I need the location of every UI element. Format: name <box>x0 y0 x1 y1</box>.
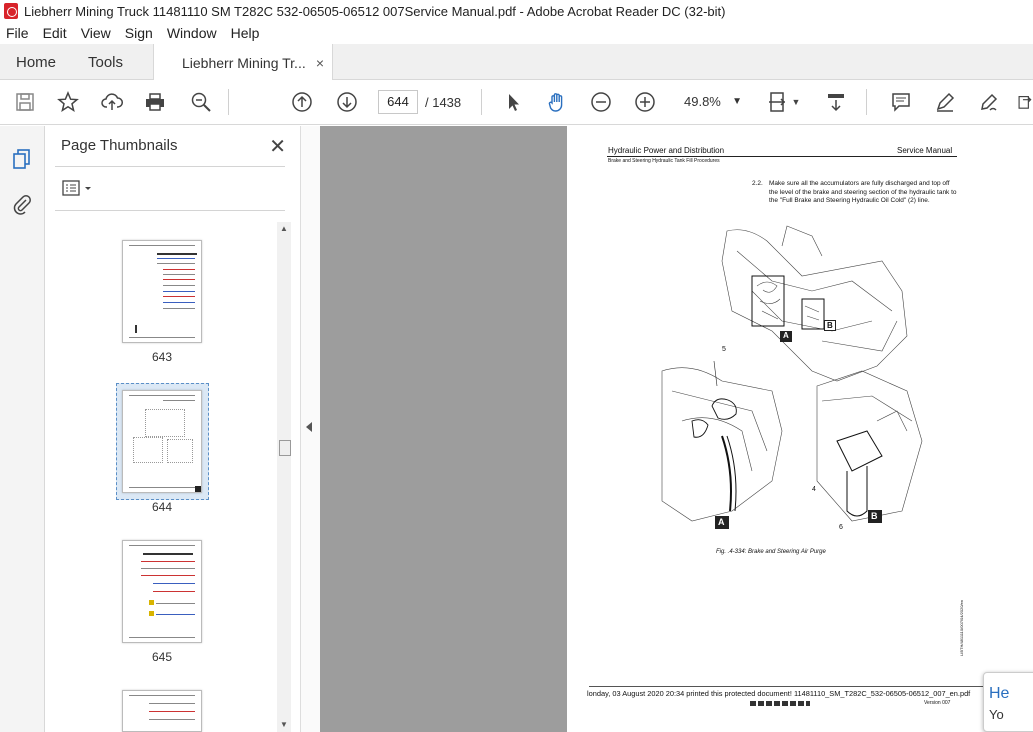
menu-window[interactable]: Window <box>167 25 217 41</box>
close-panel-icon[interactable]: ✕ <box>269 134 286 159</box>
tab-document-label: Liebherr Mining Tr... <box>182 54 306 71</box>
liebherr-logo <box>750 701 810 706</box>
tab-tools[interactable]: Tools <box>88 44 123 80</box>
thumbnail-label-643: 643 <box>151 350 173 364</box>
footer-rule <box>589 686 1009 687</box>
collapse-arrow-icon[interactable] <box>306 422 312 432</box>
zoom-level-value: 49.8% <box>684 94 721 109</box>
step-number: 2.2. <box>752 180 763 187</box>
page-header-left: Hydraulic Power and Distribution <box>608 146 725 155</box>
divider <box>55 210 285 211</box>
menu-view[interactable]: View <box>81 25 111 41</box>
help-popup[interactable]: He Yo <box>983 672 1033 732</box>
brake-steering-figure <box>661 225 923 522</box>
thumbnails-scrollbar[interactable]: ▲ ▼ <box>277 222 291 732</box>
scroll-up-arrow[interactable]: ▲ <box>280 224 288 233</box>
tab-home[interactable]: Home <box>16 44 56 80</box>
more-tools-icon[interactable] <box>1016 90 1033 114</box>
menu-file[interactable]: File <box>6 25 29 41</box>
scroll-mode-icon[interactable] <box>824 90 848 114</box>
page-thumbnails-icon[interactable] <box>11 148 33 170</box>
panel-title: Page Thumbnails <box>61 137 178 154</box>
page-total: / 1438 <box>425 95 462 110</box>
print-icon[interactable] <box>143 90 167 114</box>
previous-page-icon[interactable] <box>290 90 314 114</box>
thumbnail-options-menu[interactable] <box>62 180 98 198</box>
header-rule <box>607 156 957 157</box>
side-code: LIBTH/4811110/007/04/2020/en <box>959 599 964 656</box>
thumbnail-page-644[interactable] <box>122 390 202 493</box>
hand-tool-icon[interactable] <box>545 90 569 114</box>
zoom-out-icon[interactable] <box>589 90 613 114</box>
thumbnail-page-646[interactable] <box>122 690 202 732</box>
zoom-level-select[interactable]: 49.8% ▼ <box>678 90 748 114</box>
highlight-pen-icon[interactable] <box>933 90 957 114</box>
select-cursor-icon[interactable] <box>501 90 525 114</box>
chevron-down-icon: ▼ <box>732 96 742 107</box>
left-rail <box>0 126 45 732</box>
page-fit-icon[interactable] <box>766 90 790 114</box>
panel-collapse-handle[interactable] <box>300 126 320 732</box>
zoom-in-icon[interactable] <box>633 90 657 114</box>
tab-document[interactable]: Liebherr Mining Tr... × <box>153 44 333 81</box>
toolbar-divider <box>481 89 482 115</box>
step-text: Make sure all the accumulators are fully… <box>769 180 957 205</box>
toolbar-divider <box>228 89 229 115</box>
toolbar: 644 / 1438 49.8% ▼ ▼ <box>0 80 1033 125</box>
save-icon[interactable] <box>13 90 37 114</box>
help-popup-line1: He <box>989 685 1010 702</box>
page-subheader: Brake and Steering Hydraulic Tank Fill P… <box>608 158 720 164</box>
divider <box>55 166 285 167</box>
callout-box-a-top: A <box>780 331 792 342</box>
tab-bar: Home Tools Liebherr Mining Tr... × <box>0 44 1033 81</box>
footer-version: Version 007 <box>924 700 951 706</box>
callout-box-b-bottom: B <box>868 510 882 523</box>
star-bookmark-icon[interactable] <box>56 90 80 114</box>
thumbnail-page-645[interactable] <box>122 540 202 643</box>
footer-watermark: londay, 03 August 2020 20:34 printed thi… <box>587 689 971 698</box>
help-popup-line2: Yo <box>989 707 1004 722</box>
menu-edit[interactable]: Edit <box>43 25 67 41</box>
menu-sign[interactable]: Sign <box>125 25 153 41</box>
next-page-icon[interactable] <box>335 90 359 114</box>
callout-box-a-bottom: A <box>715 516 729 529</box>
figure-caption: Fig. .4-334: Brake and Steering Air Purg… <box>716 549 826 555</box>
window-title: Liebherr Mining Truck 11481110 SM T282C … <box>24 3 726 19</box>
callout-box-b-top: B <box>824 320 836 331</box>
zoom-search-icon[interactable] <box>189 90 213 114</box>
callout-4: 4 <box>812 486 816 493</box>
acrobat-logo-icon <box>4 3 18 19</box>
thumbnail-label-644: 644 <box>151 500 173 514</box>
sign-pen-icon[interactable] <box>977 90 1001 114</box>
upload-cloud-icon[interactable] <box>100 90 124 114</box>
title-bar: Liebherr Mining Truck 11481110 SM T282C … <box>0 0 1033 22</box>
menu-bar: File Edit View Sign Window Help <box>0 22 1033 44</box>
comment-icon[interactable] <box>889 90 913 114</box>
callout-5: 5 <box>722 346 726 353</box>
page-header-right: Service Manual <box>897 146 953 155</box>
menu-help[interactable]: Help <box>231 25 260 41</box>
close-tab-icon[interactable]: × <box>316 55 324 71</box>
scrollbar-thumb[interactable] <box>279 440 291 456</box>
callout-6: 6 <box>839 524 843 531</box>
document-view[interactable]: Hydraulic Power and Distribution Service… <box>320 126 1033 732</box>
chevron-down-icon[interactable]: ▼ <box>790 90 802 114</box>
pdf-page: Hydraulic Power and Distribution Service… <box>567 126 1033 732</box>
attachment-paperclip-icon[interactable] <box>11 193 33 215</box>
page-thumbnails-panel: Page Thumbnails ✕ 643 644 645 ▲ ▼ <box>45 126 300 732</box>
thumbnail-page-643[interactable] <box>122 240 202 343</box>
page-number-input[interactable]: 644 <box>378 90 418 114</box>
thumbnail-label-645: 645 <box>151 650 173 664</box>
scroll-down-arrow[interactable]: ▼ <box>280 720 288 729</box>
toolbar-divider <box>866 89 867 115</box>
